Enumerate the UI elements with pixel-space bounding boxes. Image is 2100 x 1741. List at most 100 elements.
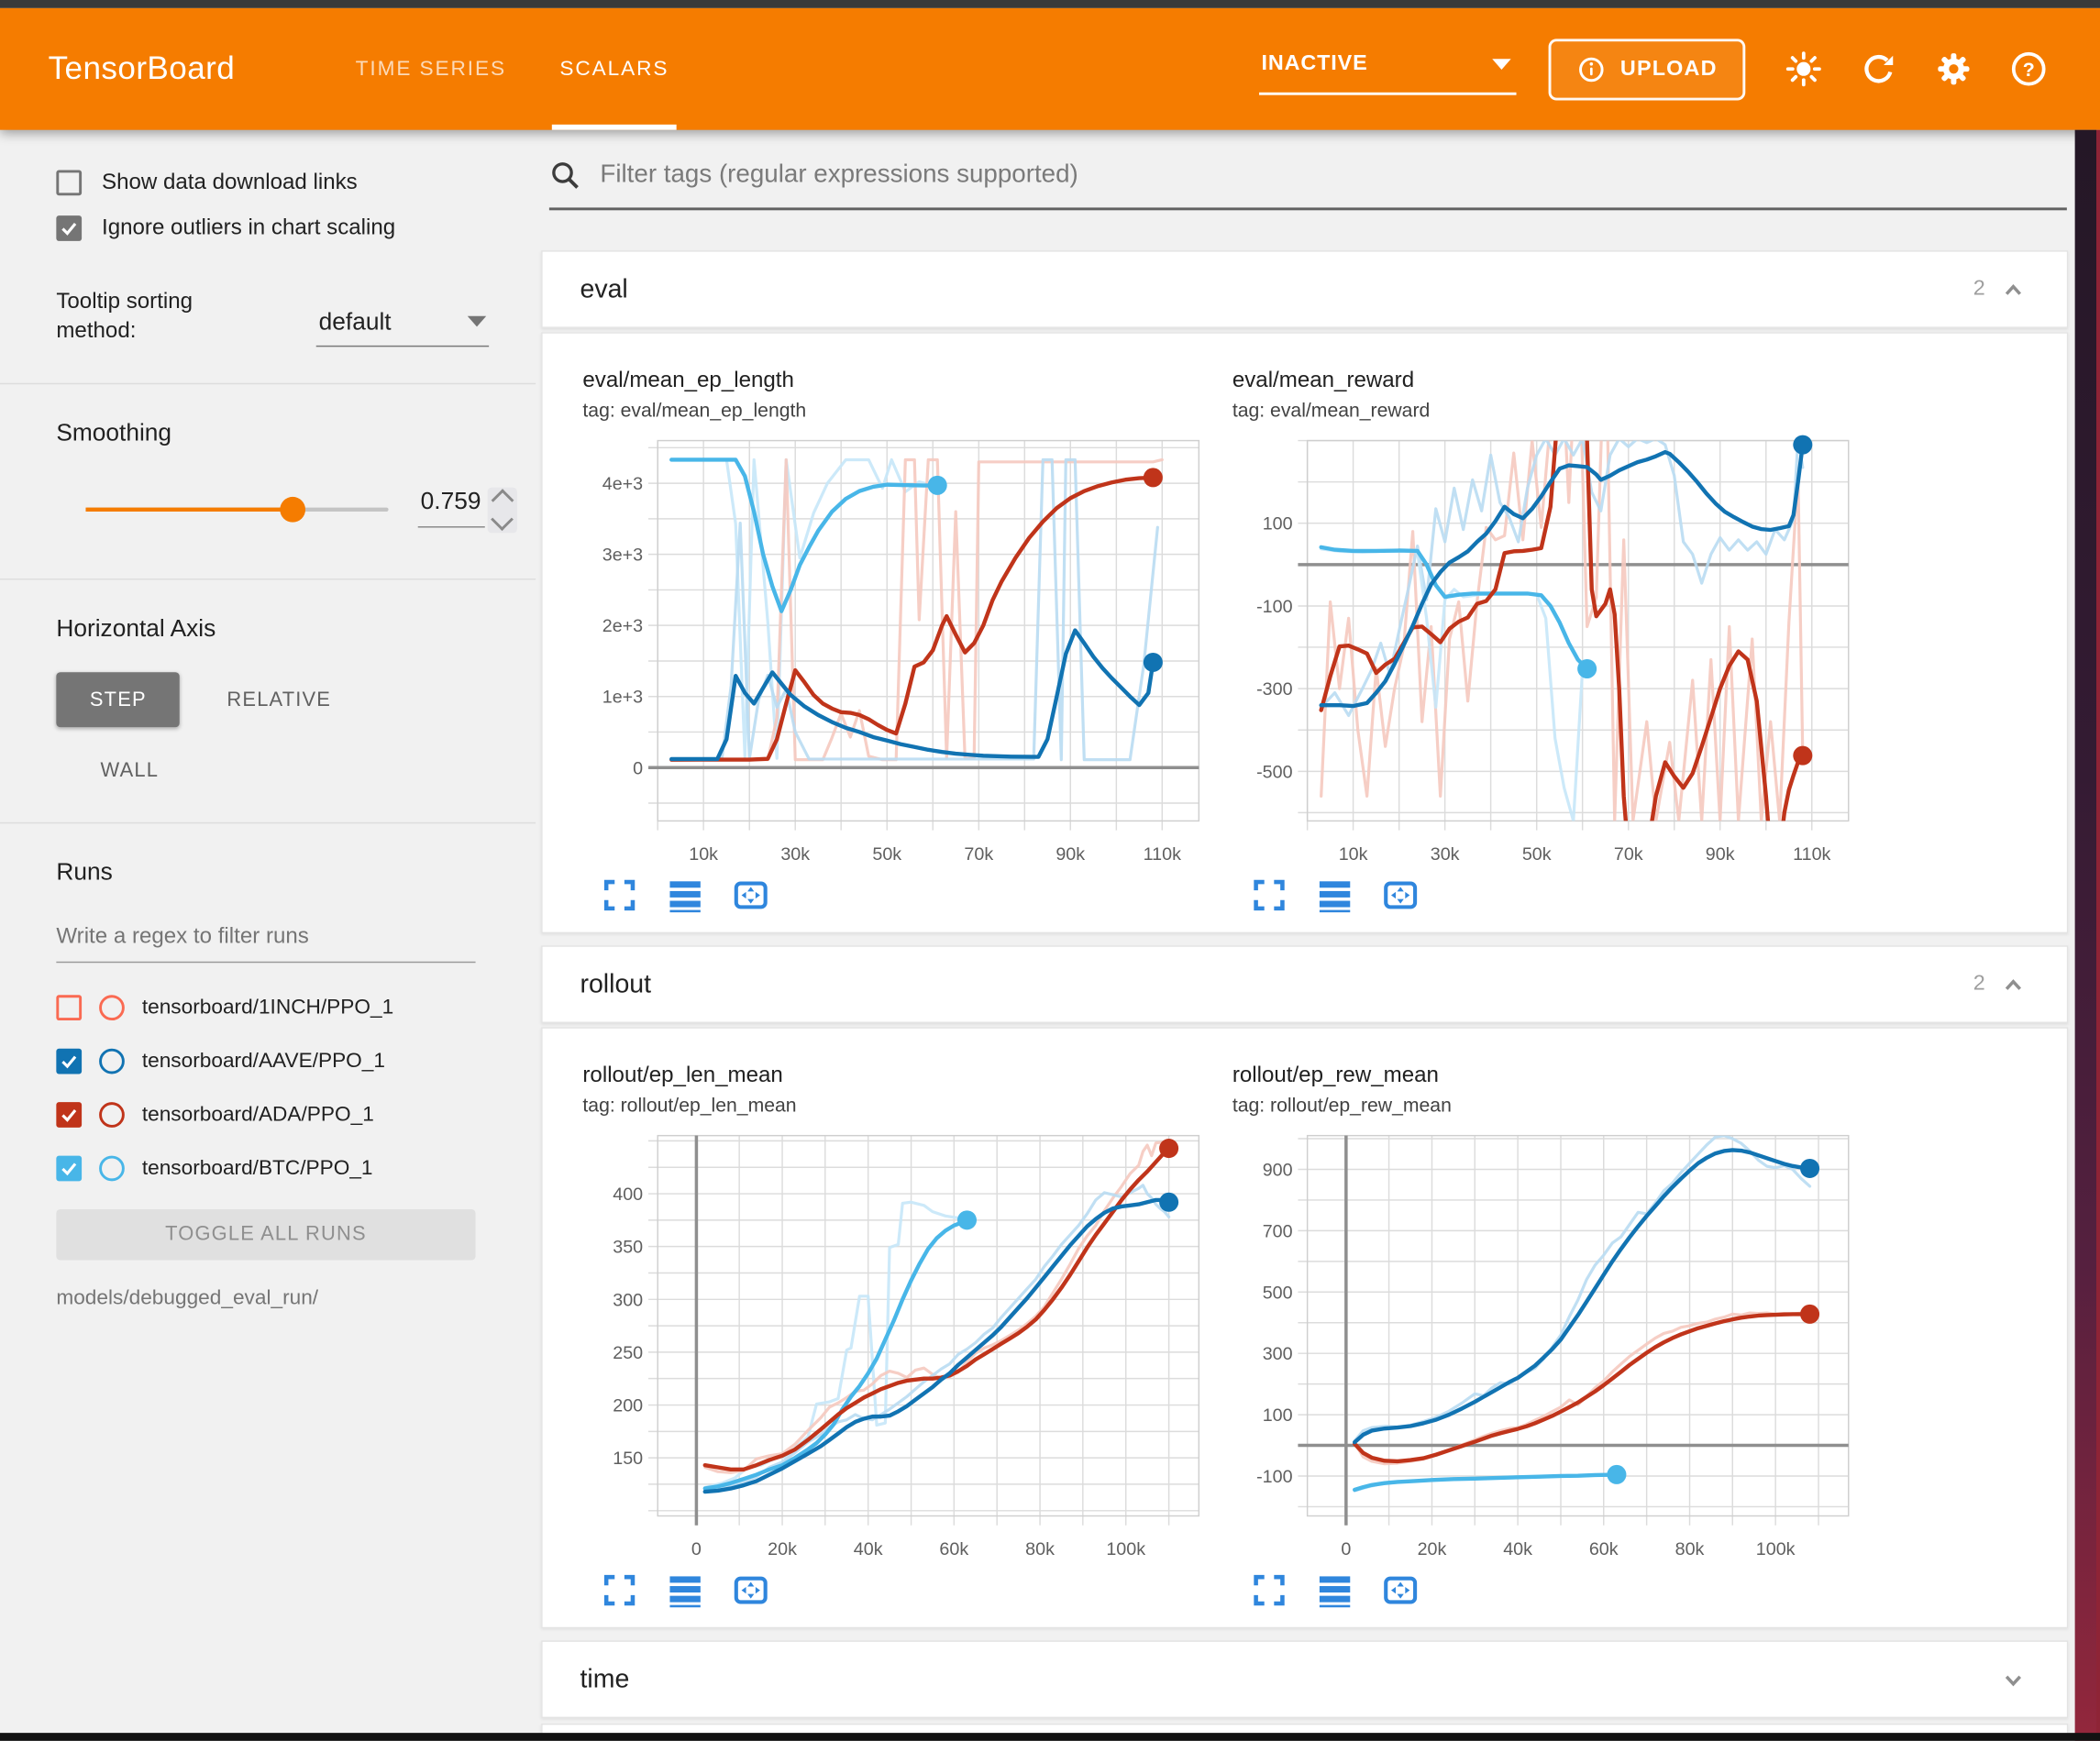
refresh-icon[interactable] [1861,51,1896,87]
run-color-circle[interactable] [99,1102,125,1128]
tooltip-sorting-select[interactable]: default [316,307,489,346]
line-chart[interactable]: 01e+32e+33e+34e+310k30k50k70k90k110k [582,427,1212,872]
svg-text:500: 500 [1263,1283,1293,1303]
upload-button[interactable]: UPLOAD [1548,39,1745,100]
svg-text:110k: 110k [1793,844,1830,865]
svg-text:10k: 10k [1339,844,1368,865]
run-color-circle[interactable] [99,995,125,1020]
toggle-all-runs-button[interactable]: TOGGLE ALL RUNS [56,1208,475,1260]
tab-scalars[interactable]: SCALARS [533,8,695,130]
smoothing-stepper[interactable] [488,487,517,533]
svg-text:50k: 50k [1522,844,1552,865]
tooltip-sorting-label: Tooltip sorting method: [56,287,271,347]
chart-card-rollout-ep-len-mean: rollout/ep_len_mean tag: rollout/ep_len_… [582,1063,1212,1609]
header-tabs: TIME SERIES SCALARS [328,8,695,130]
smoothing-slider[interactable] [85,508,388,512]
ignore-outliers-row[interactable]: Ignore outliers in chart scaling [56,215,536,241]
run-color-circle[interactable] [99,1156,125,1182]
section-title: eval [580,274,627,305]
status-dropdown[interactable]: INACTIVE [1259,43,1516,94]
run-checkbox[interactable] [56,995,82,1020]
chart-toolbar [602,1572,1212,1608]
help-icon[interactable]: ? [2011,51,2047,87]
run-checkbox[interactable] [56,1049,82,1074]
show-download-links-checkbox[interactable] [56,171,82,196]
run-label: tensorboard/AAVE/PPO_1 [142,1050,385,1074]
run-label: tensorboard/1INCH/PPO_1 [142,996,393,1019]
smoothing-slider-fill [85,508,291,512]
svg-text:0: 0 [633,758,643,778]
chart-card-eval-mean-ep-length: eval/mean_ep_length tag: eval/mean_ep_le… [582,369,1212,914]
svg-text:90k: 90k [1056,844,1085,865]
run-row-1inch[interactable]: tensorboard/1INCH/PPO_1 [56,981,536,1034]
window-bottom-edge [0,1733,2100,1741]
brightness-icon[interactable] [1785,51,1821,87]
runs-table-icon[interactable] [667,877,702,913]
run-checkbox[interactable] [56,1156,82,1182]
smoothing-value-box: 0.759 [418,487,517,533]
run-row-ada[interactable]: tensorboard/ADA/PPO_1 [56,1088,536,1141]
expand-chart-icon[interactable] [602,1572,637,1608]
svg-text:40k: 40k [1503,1539,1532,1559]
svg-text:20k: 20k [768,1539,797,1559]
desktop-background-edge [2075,130,2100,1741]
axis-option-wall[interactable]: WALL [101,748,536,792]
run-label: tensorboard/ADA/PPO_1 [142,1103,374,1127]
axis-option-relative[interactable]: RELATIVE [193,672,365,727]
window-top-edge [0,0,2100,8]
run-color-circle[interactable] [99,1049,125,1074]
fit-domain-icon[interactable] [733,1572,768,1608]
app-header: TensorBoard TIME SERIES SCALARS INACTIVE… [0,8,2100,130]
search-icon [549,160,581,192]
section-header-rollout[interactable]: rollout 2 [541,945,2068,1023]
fit-domain-icon[interactable] [1382,1572,1418,1608]
svg-text:200: 200 [613,1396,643,1416]
run-row-aave[interactable]: tensorboard/AAVE/PPO_1 [56,1034,536,1087]
run-label: tensorboard/BTC/PPO_1 [142,1156,373,1180]
tag-filter-input[interactable] [597,160,2066,192]
expand-chart-icon[interactable] [1251,877,1287,913]
chevron-down-icon [468,316,486,327]
svg-text:2e+3: 2e+3 [602,616,643,636]
runs-table-icon[interactable] [1317,877,1353,913]
ignore-outliers-checkbox[interactable] [56,215,82,241]
smoothing-value-input[interactable]: 0.759 [418,487,485,527]
ignore-outliers-label: Ignore outliers in chart scaling [102,215,395,241]
line-chart[interactable]: 150200250300350400020k40k60k80k100k [582,1122,1212,1567]
section-count: 2 [1973,277,1985,301]
section-header-time[interactable]: time [541,1640,2068,1718]
svg-text:30k: 30k [780,844,810,865]
expand-chart-icon[interactable] [602,877,637,913]
runs-list: tensorboard/1INCH/PPO_1 tensorboard/AAVE… [0,981,536,1196]
collapse-chevron-icon [1997,273,2029,305]
run-checkbox[interactable] [56,1102,82,1128]
show-download-links-row[interactable]: Show data download links [56,171,536,196]
svg-text:4e+3: 4e+3 [602,474,643,494]
svg-text:900: 900 [1263,1160,1293,1180]
chart-title: eval/mean_ep_length [582,369,1212,394]
fit-domain-icon[interactable] [1382,877,1418,913]
svg-text:400: 400 [613,1185,643,1205]
expand-chart-icon[interactable] [1251,1572,1287,1608]
runs-table-icon[interactable] [667,1572,702,1608]
settings-gear-icon[interactable] [1936,51,1972,87]
smoothing-slider-thumb[interactable] [280,497,305,523]
runs-table-icon[interactable] [1317,1572,1353,1608]
horizontal-axis-options: STEP RELATIVE [56,672,536,727]
axis-option-step[interactable]: STEP [56,672,180,727]
section-header-eval[interactable]: eval 2 [541,250,2068,328]
horizontal-axis-label: Horizontal Axis [56,614,536,643]
stepper-down-icon[interactable] [492,508,514,530]
svg-text:700: 700 [1263,1221,1293,1241]
line-chart[interactable]: -100100300500700900020k40k60k80k100k [1232,1122,1862,1567]
run-row-btc[interactable]: tensorboard/BTC/PPO_1 [56,1141,536,1195]
runs-filter-input[interactable] [56,918,475,962]
fit-domain-icon[interactable] [733,877,768,913]
chart-toolbar [1251,1572,1862,1608]
divider [0,821,536,822]
svg-text:40k: 40k [854,1539,883,1559]
app-title: TensorBoard [49,50,236,88]
svg-text:3e+3: 3e+3 [602,545,643,566]
tab-time-series[interactable]: TIME SERIES [328,8,533,130]
line-chart[interactable]: 100-100-300-50010k30k50k70k90k110k [1232,427,1862,872]
